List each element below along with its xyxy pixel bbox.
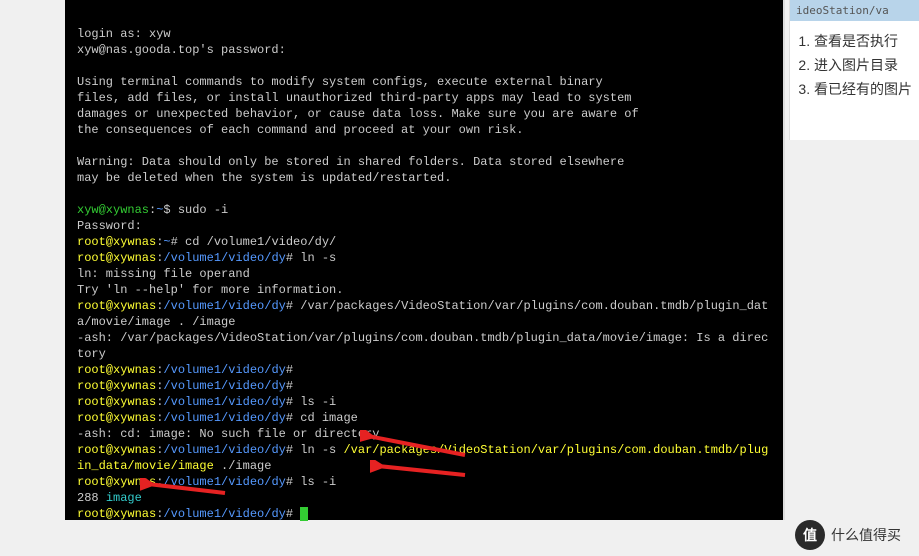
err-line: Try 'ln --help' for more information. [77, 283, 343, 297]
watermark-icon: 值 [795, 520, 825, 550]
root-prompt: root@xywnas [77, 363, 156, 377]
login-user: xyw [149, 27, 171, 41]
root-prompt: root@xywnas [77, 443, 156, 457]
side-note-panel: ideoStation/va 查看是否执行 进入图片目录 看已经有的图片 [789, 0, 919, 140]
side-note-item: 看已经有的图片 [814, 77, 919, 101]
terminal-window[interactable]: login as: xyw xyw@nas.gooda.top's passwo… [65, 0, 785, 520]
ls-inode: 288 [77, 491, 106, 505]
ls-link-name: image [106, 491, 142, 505]
cmd-ln-s: ln -s [300, 443, 343, 457]
err-line: -ash: cd: image: No such file or directo… [77, 427, 379, 441]
root-prompt: root@xywnas [77, 395, 156, 409]
root-prompt: root@xywnas [77, 251, 156, 265]
root-prompt: root@xywnas [77, 379, 156, 393]
err-line: ln: missing file operand [77, 267, 250, 281]
cmd-ln-link: ./image [214, 459, 272, 473]
cmd-cd: cd /volume1/video/dy/ [185, 235, 336, 249]
banner-line: Using terminal commands to modify system… [77, 75, 603, 89]
side-note-item: 进入图片目录 [814, 53, 919, 77]
cmd-ls: ls -i [300, 475, 336, 489]
sudo-password: Password: [77, 219, 142, 233]
warning-line: may be deleted when the system is update… [77, 171, 451, 185]
password-prompt: xyw@nas.gooda.top's password: [77, 43, 286, 57]
watermark-badge: 值 什么值得买 [795, 520, 901, 550]
watermark-text: 什么值得买 [831, 525, 901, 545]
root-prompt: root@xywnas [77, 475, 156, 489]
user-prompt: xyw@xywnas [77, 203, 149, 217]
root-prompt: root@xywnas [77, 411, 156, 425]
cmd-ls: ls -i [300, 395, 336, 409]
banner-line: files, add files, or install unauthorize… [77, 91, 632, 105]
cmd-cd-image: cd image [300, 411, 358, 425]
root-prompt: root@xywnas [77, 299, 156, 313]
warning-line: Warning: Data should only be stored in s… [77, 155, 624, 169]
side-note-header: ideoStation/va [790, 0, 919, 21]
root-prompt: root@xywnas [77, 507, 156, 521]
root-prompt: root@xywnas [77, 235, 156, 249]
cmd-ln: ln -s [300, 251, 336, 265]
login-prompt: login as: [77, 27, 149, 41]
cmd-sudo: sudo -i [178, 203, 228, 217]
side-note-item: 查看是否执行 [814, 29, 919, 53]
banner-line: damages or unexpected behavior, or cause… [77, 107, 639, 121]
err-line: -ash: /var/packages/VideoStation/var/plu… [77, 331, 768, 361]
banner-line: the consequences of each command and pro… [77, 123, 523, 137]
cursor[interactable] [300, 507, 308, 521]
